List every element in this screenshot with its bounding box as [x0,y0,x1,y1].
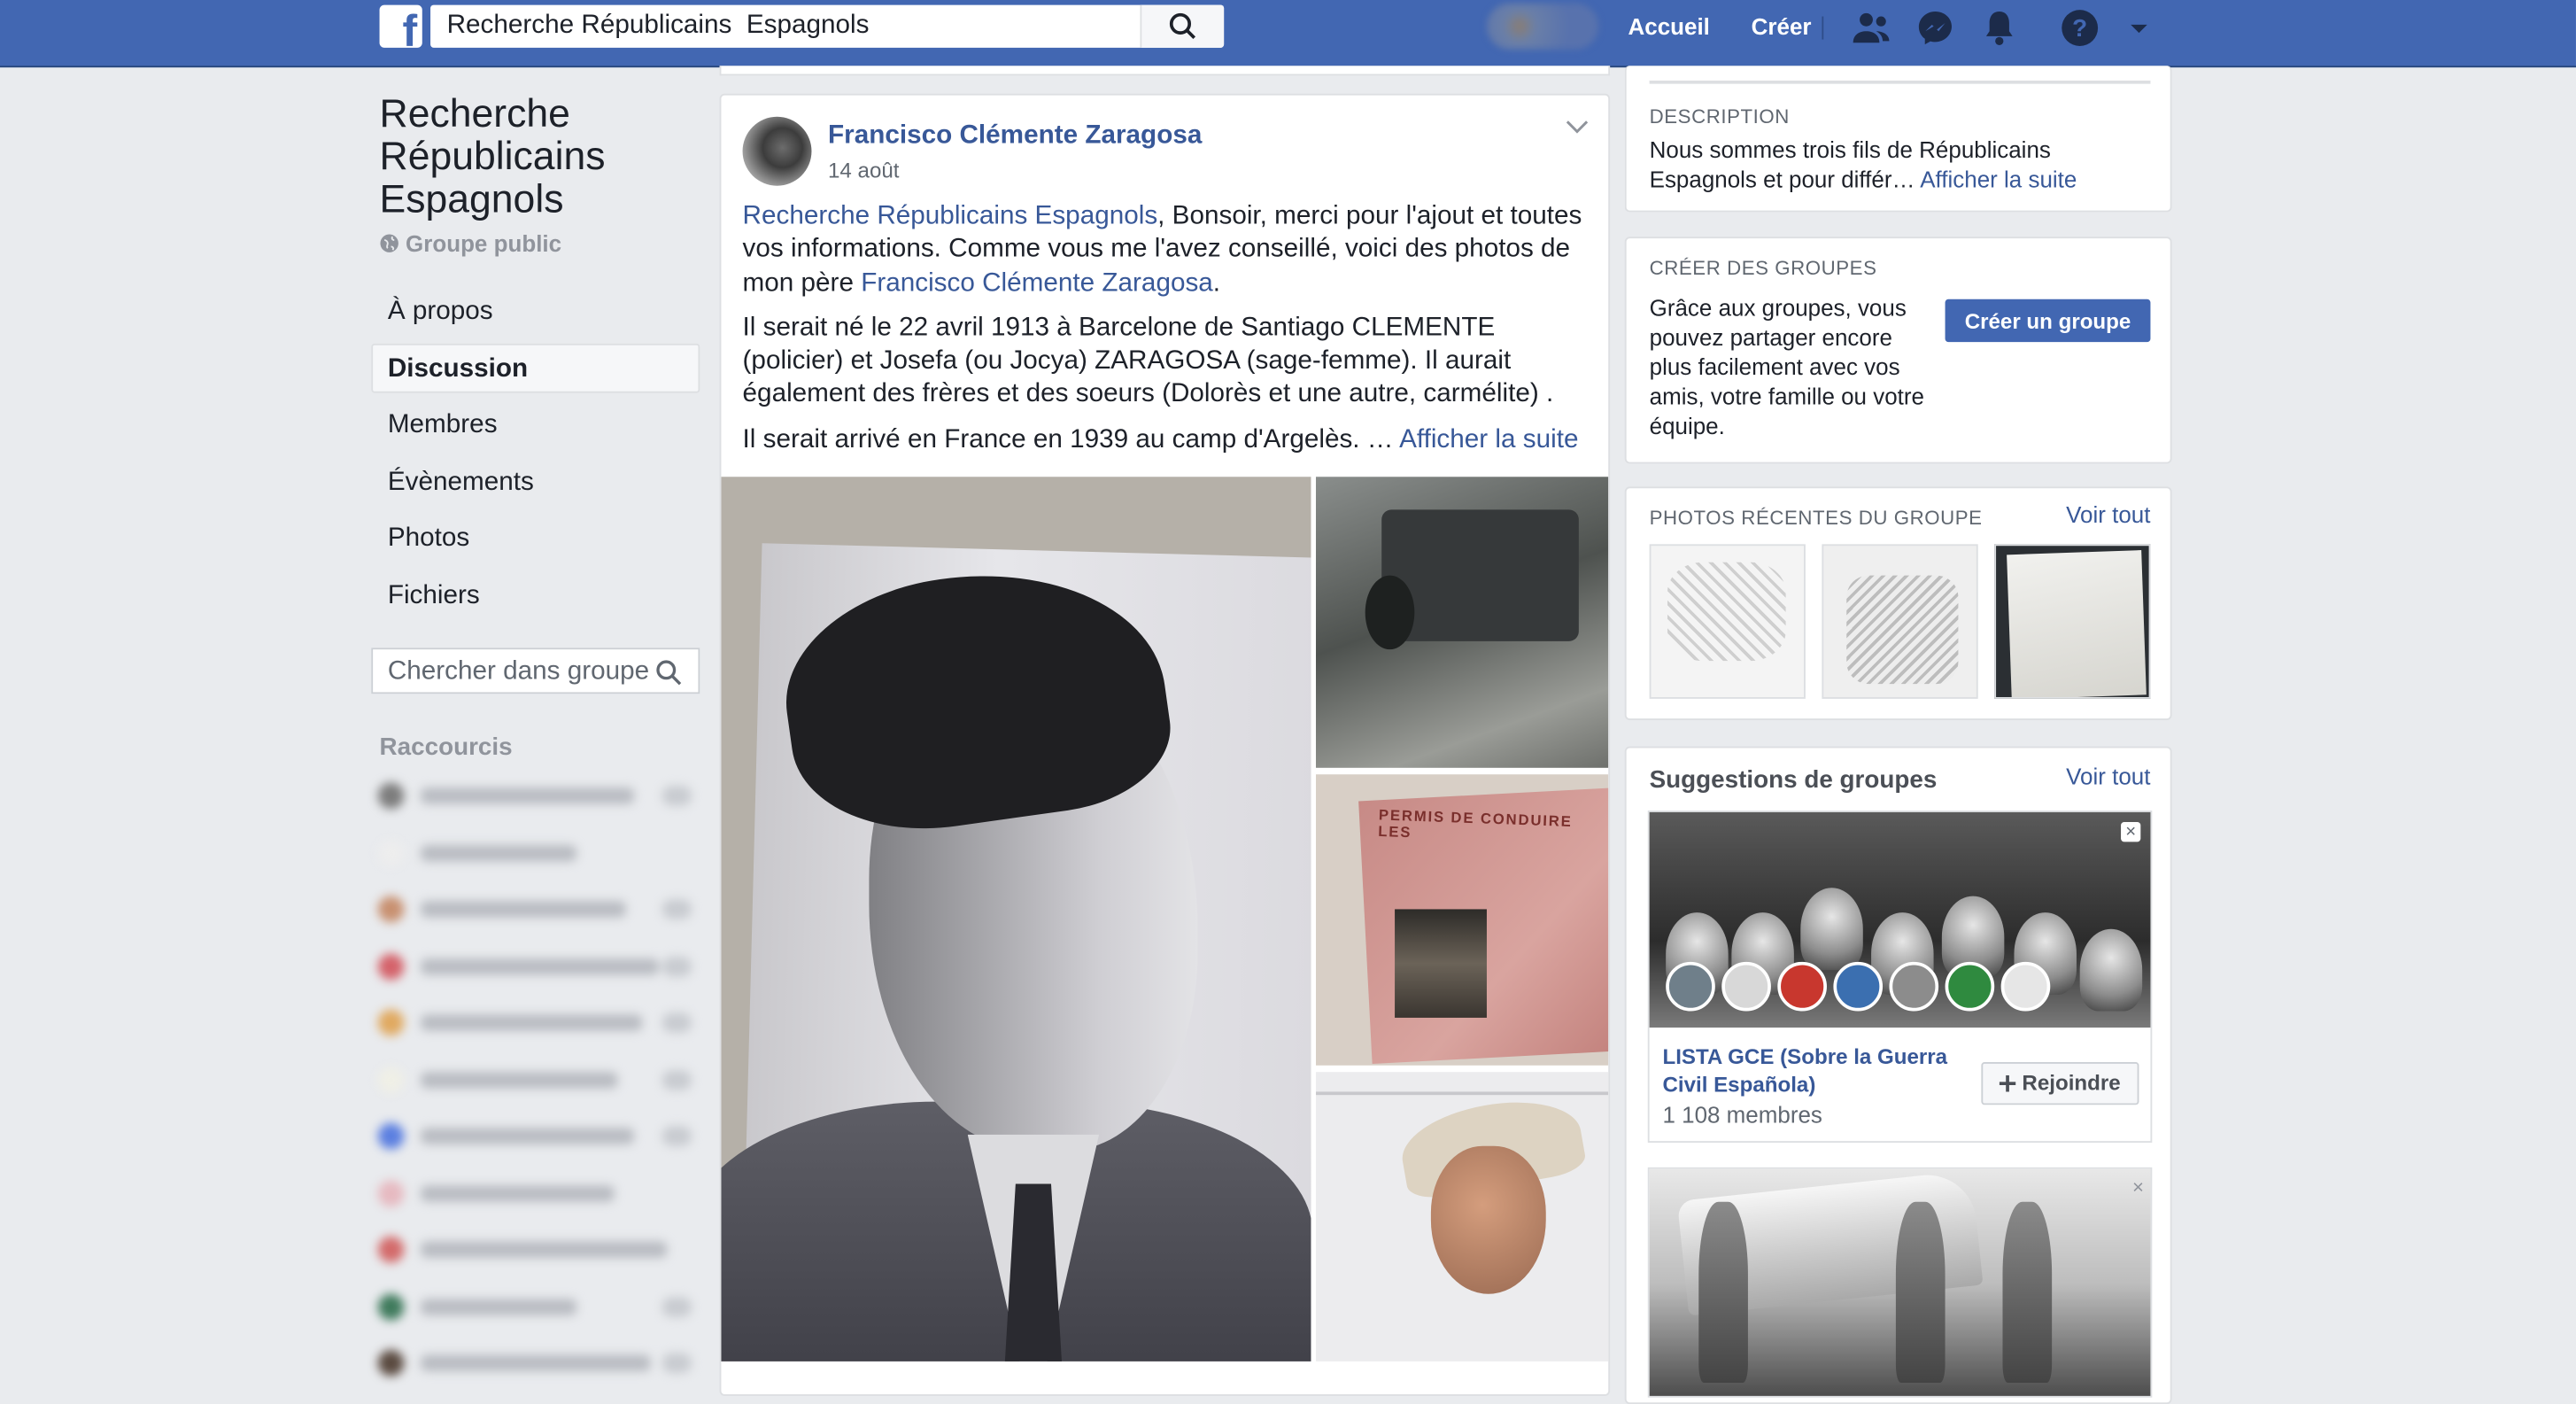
description-label: DESCRIPTION [1649,105,1790,128]
shortcut-item[interactable] [377,950,699,983]
recent-photo-thumbnail[interactable] [1994,544,2151,699]
shortcut-item[interactable] [377,893,699,926]
page: f Recherche Républicains Espagnols Accue… [0,0,2576,1404]
svg-text:?: ? [2072,14,2087,42]
join-button-label: Rejoindre [2022,1070,2121,1096]
feed-post: Francisco Clémente Zaragosa 14 août Rech… [719,93,1611,1396]
global-search-value: Recherche Républicains Espagnols [446,11,870,40]
messenger-icon[interactable] [1915,8,1955,48]
nav-divider [1822,16,1824,40]
shortcut-item[interactable] [377,1346,699,1379]
previous-post-edge [719,66,1611,76]
search-button[interactable] [1140,4,1225,48]
post-photo-license[interactable]: PERMIS DE CONDUIRE LES [1316,774,1609,1066]
search-icon [656,660,682,686]
suggested-group-members: 1 108 membres [1662,1101,1822,1129]
create-groups-text: Grâce aux groupes, vous pouvez partager … [1649,294,1924,439]
search-icon [1169,12,1196,40]
group-nav-item-discussion[interactable]: Discussion [371,343,700,392]
shortcut-item[interactable] [377,1064,699,1097]
account-menu-chevron-icon[interactable] [2124,13,2154,43]
group-title-line: Espagnols [379,177,564,222]
description-card: DESCRIPTION Nous sommes trois fils de Ré… [1624,66,2172,213]
group-nav-item-members[interactable]: Membres [371,399,700,449]
post-timestamp[interactable]: 14 août [828,158,899,182]
description-text: Nous sommes trois fils de Républicains E… [1650,135,2126,194]
suggested-group: × LISTA GCE (Sobre la Guerra Civil Españ… [1647,811,2153,1143]
group-nav: À propos Discussion Membres Évènements P… [371,286,700,627]
description-see-more-link[interactable]: Afficher la suite [1920,166,2077,192]
create-groups-card: CRÉER DES GROUPES Grâce aux groupes, vou… [1624,237,2172,464]
friends-icon[interactable] [1852,8,1891,48]
join-group-button[interactable]: Rejoindre [1981,1062,2139,1105]
group-privacy-label: Groupe public [406,229,562,257]
see-more-link[interactable]: Afficher la suite [1399,425,1578,454]
group-nav-item-photos[interactable]: Photos [371,514,700,563]
help-icon[interactable]: ? [2060,8,2100,48]
globe-icon [380,234,398,252]
profile-avatar[interactable] [1486,3,1599,50]
facebook-logo-icon[interactable]: f [379,4,422,48]
top-bar: f Recherche Républicains Espagnols Accue… [0,0,2576,68]
recent-photo-thumbnail[interactable] [1822,544,1978,699]
suggestions-see-all-link[interactable]: Voir tout [2066,763,2150,789]
post-paragraph: Recherche Républicains Espagnols, Bonsoi… [743,200,1584,300]
shortcut-item[interactable] [377,837,699,870]
dismiss-suggestion-icon[interactable]: × [2132,1175,2144,1198]
shortcut-item[interactable] [377,1006,699,1039]
post-photo-portrait[interactable] [721,477,1311,1361]
shortcut-item[interactable] [377,1233,699,1266]
recent-photo-thumbnail[interactable] [1649,544,1806,699]
group-title-line: Républicains [379,135,606,180]
shortcut-item[interactable] [377,780,699,812]
group-title-line: Recherche [379,91,570,137]
recent-photos-label: PHOTOS RÉCENTES DU GROUPE [1649,506,1983,530]
suggested-group-cover[interactable]: × [1649,1168,2151,1396]
post-photo-hat-portrait[interactable] [1316,1072,1609,1361]
notifications-bell-icon[interactable] [1980,8,2020,48]
post-author-name[interactable]: Francisco Clémente Zaragosa [828,121,1202,151]
group-mention-link[interactable]: Recherche Républicains Espagnols [743,202,1158,230]
post-photo-truck[interactable] [1316,477,1609,768]
shortcut-item[interactable] [377,1120,699,1152]
group-nav-item-files[interactable]: Fichiers [371,570,700,620]
shortcuts-heading: Raccourcis [379,733,513,762]
post-paragraph: Il serait né le 22 avril 1913 à Barcelon… [742,314,1554,409]
suggested-group: × [1647,1167,2153,1398]
post-text-fragment: . [1212,268,1221,298]
post-body: Recherche Républicains Espagnols, Bonsoi… [743,200,1584,469]
dismiss-suggestion-icon[interactable]: × [2121,822,2141,842]
create-group-button[interactable]: Créer un groupe [1945,299,2151,343]
recent-photos-see-all-link[interactable]: Voir tout [2066,501,2150,528]
nav-create-link[interactable]: Créer [1752,13,1812,40]
post-text-fragment: Il serait arrivé en France en 1939 au ca… [742,425,1400,454]
suggested-group-cover[interactable]: × [1649,811,2151,1028]
post-options-chevron-icon[interactable] [1566,119,1589,136]
group-title[interactable]: Recherche Républicains Espagnols [379,91,606,222]
post-paragraph: Il serait arrivé en France en 1939 au ca… [743,423,1584,457]
author-avatar[interactable] [742,116,812,186]
global-search-input[interactable]: Recherche Républicains Espagnols [430,4,1225,48]
create-groups-label: CRÉER DES GROUPES [1649,256,1877,280]
group-search-input[interactable]: Chercher dans groupe [371,648,700,694]
recent-photos-card: PHOTOS RÉCENTES DU GROUPE Voir tout [1624,486,2172,720]
group-nav-item-about[interactable]: À propos [371,286,700,336]
nav-home-link[interactable]: Accueil [1628,13,1710,40]
group-suggestions-card: Suggestions de groupes Voir tout × LISTA… [1624,746,2172,1404]
group-nav-item-events[interactable]: Évènements [371,457,700,507]
suggested-group-name[interactable]: LISTA GCE (Sobre la Guerra Civil Español… [1662,1043,1966,1098]
shortcut-item[interactable] [377,1177,699,1210]
person-mention-link[interactable]: Francisco Clémente Zaragosa [861,269,1213,298]
group-privacy-badge: Groupe public [380,229,562,257]
plus-icon [2000,1074,2016,1092]
group-search-placeholder: Chercher dans groupe [387,657,650,686]
shortcut-item[interactable] [377,1291,699,1323]
suggestions-heading: Suggestions de groupes [1649,765,1938,795]
